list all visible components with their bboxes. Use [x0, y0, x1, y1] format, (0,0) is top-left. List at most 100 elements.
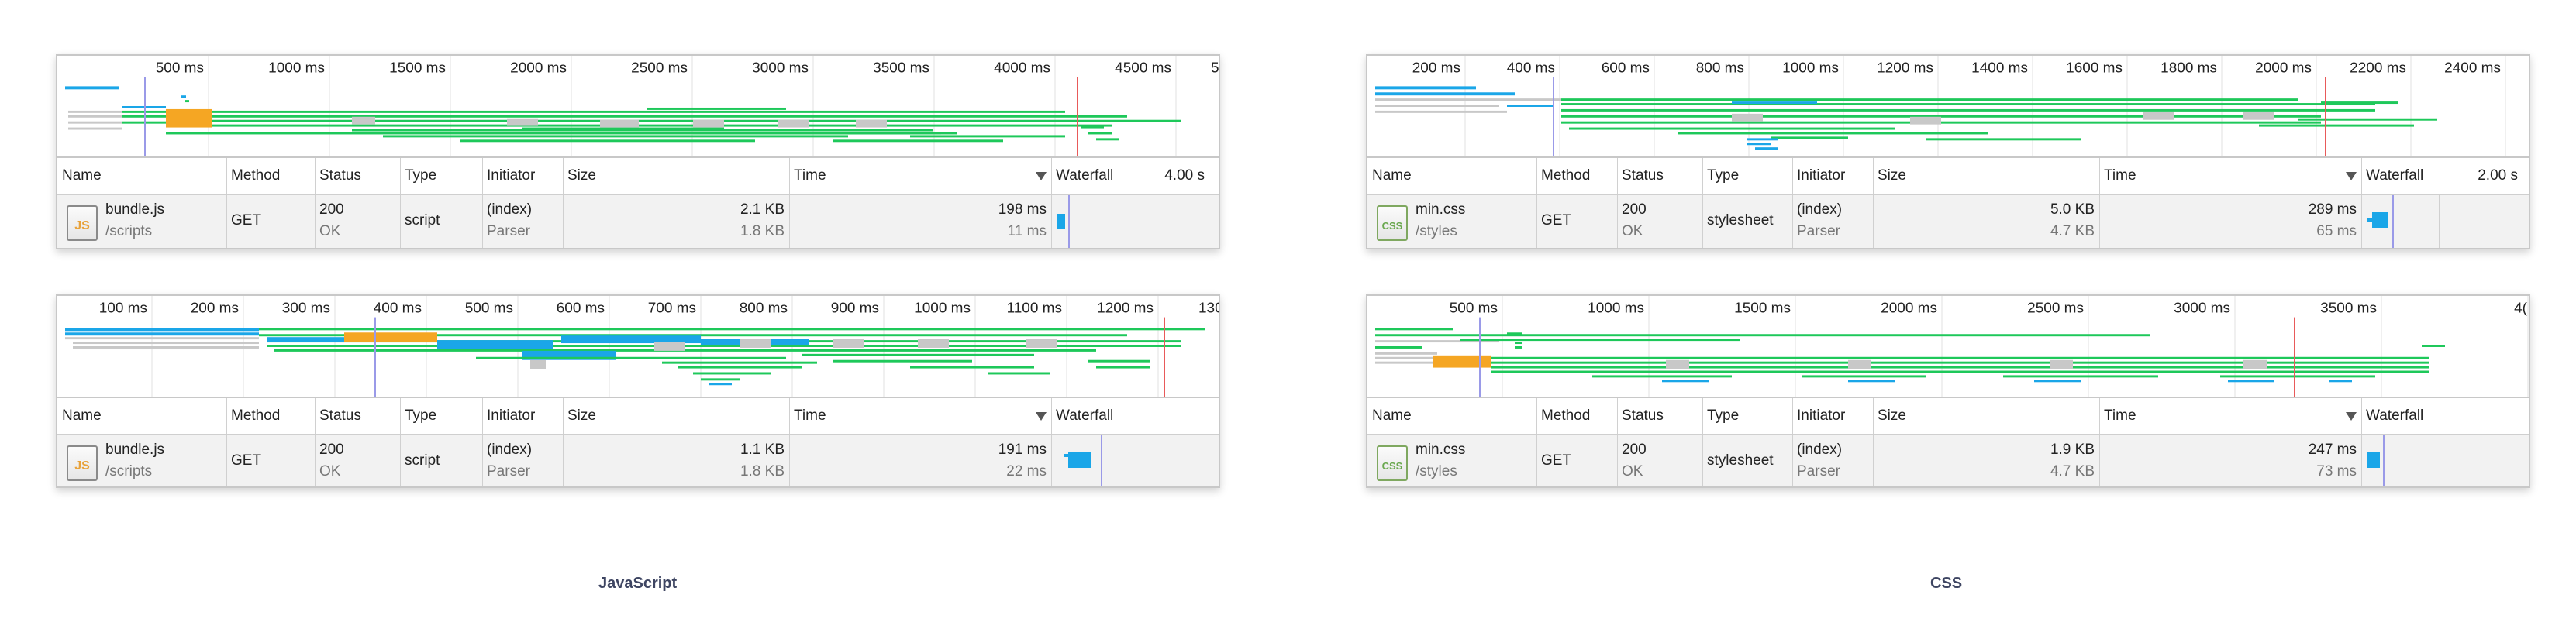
network-overview-timeline[interactable]: 500 ms 1000 ms 1500 ms 2000 ms 2500 ms 3…: [57, 56, 1219, 158]
column-header-initiator[interactable]: Initiator: [1797, 407, 1845, 424]
table-header: Name Method Status Type Initiator Size T…: [1367, 158, 2529, 195]
column-header-waterfall[interactable]: Waterfall: [2366, 407, 2423, 424]
tick-label: 1600 ms: [2066, 60, 2123, 76]
table-row[interactable]: JS bundle.js /scripts GET 200 OK script …: [57, 435, 1219, 486]
overview-svg: 500 ms 1000 ms 1500 ms 2000 ms 2500 ms 3…: [65, 56, 1219, 156]
waterfall-dom-line: [1101, 435, 1102, 486]
waterfall-bar[interactable]: [1068, 452, 1091, 468]
overview-bars: [65, 328, 1205, 386]
waterfall-scale-label: 4.00 s: [1164, 167, 1205, 184]
column-header-initiator[interactable]: Initiator: [487, 167, 535, 184]
request-table: Name Method Status Type Initiator Size T…: [1367, 158, 2529, 248]
table-header: Name Method Status Type Initiator Size T…: [1367, 398, 2529, 435]
sort-descending-icon[interactable]: [1036, 412, 1047, 421]
column-header-time[interactable]: Time: [794, 407, 826, 424]
column-header-initiator[interactable]: Initiator: [487, 407, 535, 424]
initiator-link[interactable]: (index): [1797, 201, 1842, 218]
waterfall-bar[interactable]: [2372, 212, 2388, 228]
table-row[interactable]: CSS min.css /styles GET 200 OK styleshee…: [1367, 195, 2529, 248]
network-overview-timeline[interactable]: 100 ms 200 ms 300 ms 400 ms 500 ms 600 m…: [57, 296, 1219, 398]
request-latency: 65 ms: [2316, 223, 2357, 239]
column-header-type[interactable]: Type: [1707, 407, 1739, 424]
tick-label: 1100 ms: [1007, 300, 1062, 316]
column-header-status[interactable]: Status: [319, 407, 361, 424]
request-time: 247 ms: [2308, 442, 2357, 458]
tick-label: 200 ms: [191, 300, 239, 316]
column-header-method[interactable]: Method: [231, 167, 280, 184]
column-header-waterfall[interactable]: Waterfall: [1056, 407, 1113, 424]
initiator-link[interactable]: (index): [1797, 442, 1842, 459]
initiator-link[interactable]: (index): [487, 201, 532, 218]
sort-descending-icon[interactable]: [2346, 172, 2357, 180]
column-header-waterfall[interactable]: Waterfall: [1056, 167, 1113, 184]
request-name[interactable]: bundle.js: [105, 442, 164, 459]
column-header-size[interactable]: Size: [1878, 167, 1906, 184]
column-header-status[interactable]: Status: [1622, 167, 1664, 184]
initiator-type: Parser: [1797, 463, 1840, 479]
initiator-link[interactable]: (index): [487, 442, 532, 459]
sort-descending-icon[interactable]: [2346, 412, 2357, 421]
table-row[interactable]: JS bundle.js /scripts GET 200 OK script …: [57, 195, 1219, 248]
tick-label: 1200 ms: [1097, 300, 1154, 316]
request-name[interactable]: min.css: [1416, 442, 1465, 459]
tick-label: 1400 ms: [1971, 60, 2028, 76]
tick-label: 1000 ms: [1782, 60, 1839, 76]
sort-descending-icon[interactable]: [1036, 172, 1047, 180]
waterfall-dom-line: [2392, 195, 2394, 248]
request-name[interactable]: min.css: [1416, 201, 1465, 218]
tick-label: 1000 ms: [1588, 300, 1644, 316]
tick-label: 1200 ms: [1877, 60, 1933, 76]
request-time: 198 ms: [998, 201, 1047, 218]
request-type: script: [405, 452, 440, 469]
overview-svg: 500 ms 1000 ms 1500 ms 2000 ms 2500 ms 3…: [1375, 296, 2529, 397]
request-status: 200: [319, 201, 344, 218]
column-header-type[interactable]: Type: [405, 167, 436, 184]
column-header-size[interactable]: Size: [1878, 407, 1906, 424]
column-header-type[interactable]: Type: [405, 407, 436, 424]
waterfall-bar[interactable]: [2367, 452, 2380, 468]
column-header-type[interactable]: Type: [1707, 167, 1739, 184]
js-file-icon: JS: [67, 205, 98, 241]
column-header-initiator[interactable]: Initiator: [1797, 167, 1845, 184]
column-header-time[interactable]: Time: [2104, 407, 2136, 424]
column-header-time[interactable]: Time: [2104, 167, 2136, 184]
column-header-name[interactable]: Name: [1372, 407, 1412, 424]
column-header-name[interactable]: Name: [1372, 167, 1412, 184]
tick-label: 500 ms: [1450, 300, 1498, 316]
network-panel-css-bottom: 500 ms 1000 ms 1500 ms 2000 ms 2500 ms 3…: [1366, 294, 2530, 488]
waterfall-dom-line: [2383, 435, 2385, 486]
column-header-status[interactable]: Status: [1622, 407, 1664, 424]
css-file-icon: CSS: [1377, 205, 1408, 241]
tick-label: 2500 ms: [2027, 300, 2084, 316]
table-row[interactable]: CSS min.css /styles GET 200 OK styleshee…: [1367, 435, 2529, 486]
request-method: GET: [1541, 212, 1572, 229]
table-header: Name Method Status Type Initiator Size T…: [57, 158, 1219, 195]
tick-label: 4500 ms: [1115, 60, 1171, 76]
network-overview-timeline[interactable]: 500 ms 1000 ms 1500 ms 2000 ms 2500 ms 3…: [1367, 296, 2529, 398]
overview-bars: [1375, 86, 2437, 150]
column-header-method[interactable]: Method: [231, 407, 280, 424]
request-table: Name Method Status Type Initiator Size T…: [57, 158, 1219, 248]
request-type: script: [405, 212, 440, 229]
overview-bars: [1375, 328, 2445, 383]
tick-label: 1000 ms: [914, 300, 971, 316]
column-header-name[interactable]: Name: [62, 407, 102, 424]
request-name[interactable]: bundle.js: [105, 201, 164, 218]
column-header-size[interactable]: Size: [567, 167, 596, 184]
column-header-status[interactable]: Status: [319, 167, 361, 184]
overview-svg: 200 ms 400 ms 600 ms 800 ms 1000 ms 1200…: [1375, 56, 2506, 156]
column-header-waterfall[interactable]: Waterfall: [2366, 167, 2423, 184]
overview-ticks: 500 ms 1000 ms 1500 ms 2000 ms 2500 ms 3…: [1450, 296, 2529, 397]
column-header-size[interactable]: Size: [567, 407, 596, 424]
column-header-method[interactable]: Method: [1541, 407, 1590, 424]
waterfall-bar[interactable]: [1057, 214, 1065, 229]
column-header-time[interactable]: Time: [794, 167, 826, 184]
tick-label: 800 ms: [740, 300, 788, 316]
overview-ticks: 200 ms 400 ms 600 ms 800 ms 1000 ms 1200…: [1412, 56, 2506, 156]
column-header-method[interactable]: Method: [1541, 167, 1590, 184]
column-header-name[interactable]: Name: [62, 167, 102, 184]
network-panel-js-bottom: 100 ms 200 ms 300 ms 400 ms 500 ms 600 m…: [56, 294, 1220, 488]
waterfall-dom-line: [1068, 195, 1070, 248]
tick-label: 3000 ms: [2174, 300, 2230, 316]
network-overview-timeline[interactable]: 200 ms 400 ms 600 ms 800 ms 1000 ms 1200…: [1367, 56, 2529, 158]
